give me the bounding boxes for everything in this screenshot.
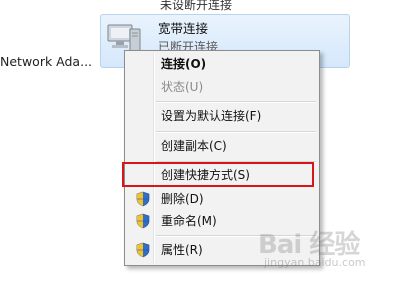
menu-item-label: 设置为默认连接(F)	[161, 109, 262, 123]
menu-item-status[interactable]: 状态(U)	[127, 76, 317, 98]
network-adapter-label[interactable]: Network Ada...	[0, 54, 92, 69]
menu-item-connect[interactable]: 连接(O)	[127, 53, 317, 75]
menu-item-delete[interactable]: 删除(D)	[127, 188, 317, 210]
menu-item-create-copy[interactable]: 创建副本(C)	[127, 135, 317, 157]
menu-item-label: 重命名(M)	[161, 214, 217, 228]
connection-name: 宽带连接	[158, 21, 209, 36]
uac-shield-icon	[136, 191, 150, 207]
menu-item-set-default[interactable]: 设置为默认连接(F)	[127, 105, 317, 127]
menu-separator	[156, 101, 316, 103]
watermark-url: jingyan.baidu.com	[264, 256, 366, 269]
menu-item-label: 删除(D)	[161, 192, 204, 206]
menu-item-label: 连接(O)	[161, 57, 207, 71]
uac-shield-icon	[136, 213, 150, 229]
top-cut-off-text: 未设断开连接	[160, 0, 233, 12]
menu-item-label: 创建副本(C)	[161, 139, 227, 153]
menu-separator	[156, 131, 316, 133]
highlight-box	[122, 162, 314, 187]
menu-item-label: 状态(U)	[161, 80, 204, 94]
menu-item-label: 属性(R)	[161, 243, 203, 257]
uac-shield-icon	[136, 242, 150, 258]
